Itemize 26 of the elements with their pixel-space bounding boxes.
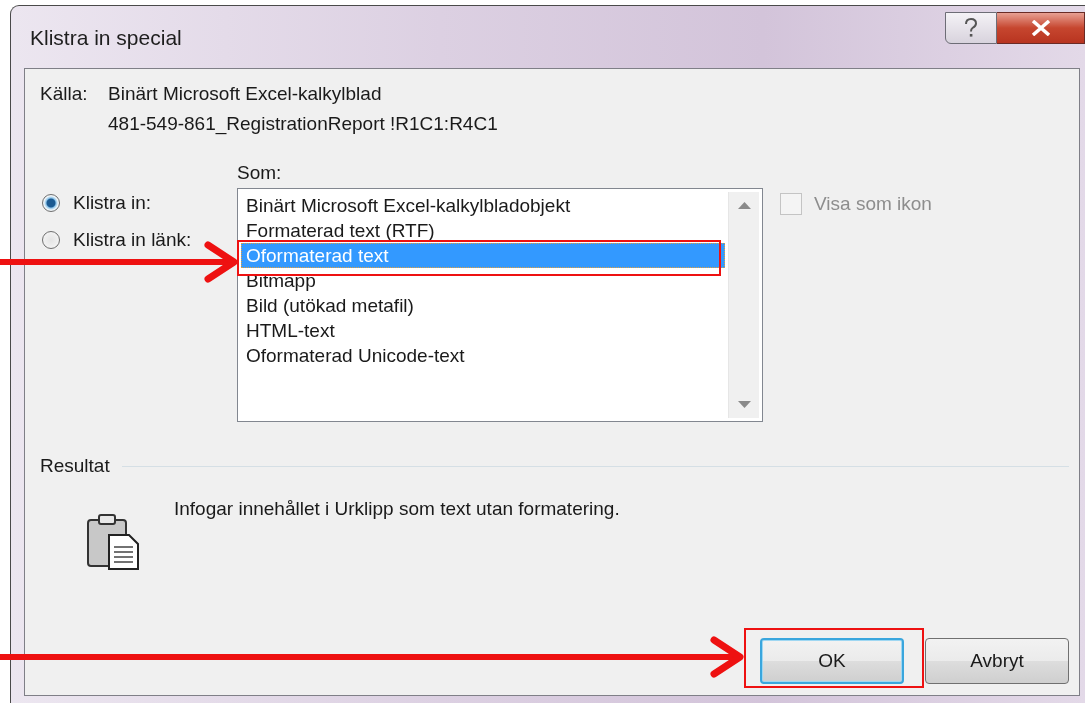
clipboard-icon: [87, 514, 141, 570]
radio-label[interactable]: Klistra in länk:: [73, 229, 192, 251]
format-list-item[interactable]: HTML-text: [241, 318, 725, 343]
dialog-button[interactable]: Avbryt: [925, 638, 1069, 684]
result-heading: Resultat: [40, 455, 110, 477]
result-description: Infogar innehållet i Urklipp som text utan formatering.: [174, 498, 620, 520]
format-list-item[interactable]: Formaterad text (RTF): [241, 218, 725, 243]
scroll-up-icon: [737, 202, 751, 209]
close-button[interactable]: [997, 12, 1085, 44]
format-list-item[interactable]: Binärt Microsoft Excel-kalkylbladobjekt: [241, 193, 725, 218]
radio-button[interactable]: [42, 231, 60, 249]
window-title: Klistra in special: [30, 26, 182, 50]
help-button[interactable]: [945, 12, 997, 44]
source-text: Binärt Microsoft Excel-kalkylblad: [108, 83, 383, 105]
scroll-down-icon: [737, 401, 751, 408]
format-list-item[interactable]: Bild (utökad metafil): [241, 293, 725, 318]
scrollbar[interactable]: [728, 192, 759, 418]
format-list-item[interactable]: Oformaterad Unicode-text: [241, 343, 725, 368]
source-label: Källa:: [40, 83, 89, 105]
format-list-label: Som:: [237, 162, 283, 185]
dialog-button[interactable]: OK: [760, 638, 904, 684]
source-text: 481-549-861_RegistrationReport !R1C1:R4C1: [108, 113, 499, 135]
radio-label[interactable]: Klistra in:: [73, 192, 152, 214]
radio-button[interactable]: [42, 194, 60, 212]
close-icon: [1030, 20, 1051, 36]
help-icon: [964, 18, 978, 38]
